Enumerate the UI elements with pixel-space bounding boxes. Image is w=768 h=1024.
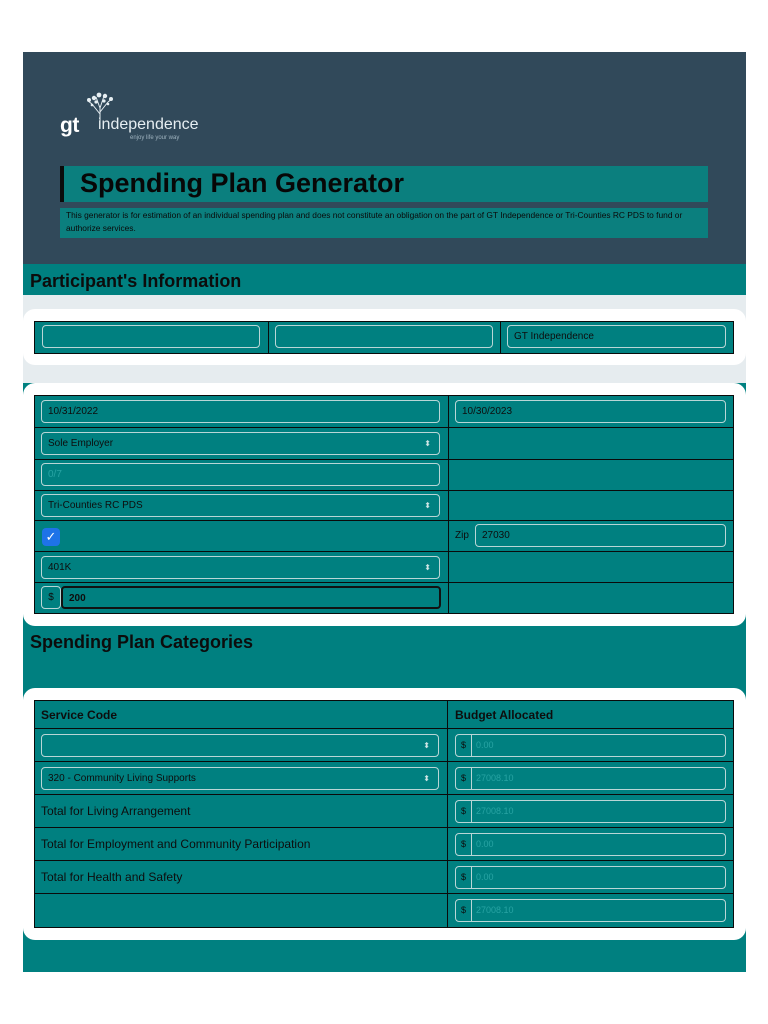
participant-details-card: 10/31/2022 10/30/2023 Sole Employer ⬍ 0/… xyxy=(23,383,746,626)
participant-details-table: 10/31/2022 10/30/2023 Sole Employer ⬍ 0/… xyxy=(34,395,734,614)
service-code-select[interactable]: ⬍ xyxy=(41,734,439,757)
category-total-row: Total for Living Arrangement $ 27008.10 xyxy=(35,795,733,828)
participant-checkbox[interactable]: ✓ xyxy=(42,528,60,546)
budget-total-output: $ 0.00 xyxy=(455,866,726,889)
budget-value: 0.00 xyxy=(476,839,494,849)
categories-section-title: Spending Plan Categories xyxy=(30,632,254,652)
categories-table: Service Code Budget Allocated ⬍ $ 0.00 3… xyxy=(34,700,734,928)
grand-total-row: $ 27008.10 xyxy=(35,894,733,927)
first-name-field[interactable] xyxy=(42,325,260,348)
dates-row: 10/31/2022 10/30/2023 xyxy=(35,396,733,428)
service-code-value: 320 - Community Living Supports xyxy=(48,773,196,784)
disclaimer-text: This generator is for estimation of an i… xyxy=(60,208,708,238)
select-arrow-icon: ⬍ xyxy=(423,741,430,750)
budget-allocated-header: Budget Allocated xyxy=(455,708,554,722)
gt-independence-logo: gt independence enjoy life your way xyxy=(60,92,240,146)
budget-total-output: $ 27008.10 xyxy=(455,800,726,823)
employer-row: Sole Employer ⬍ xyxy=(35,428,733,460)
currency-label: $ xyxy=(456,735,472,756)
page-title: Spending Plan Generator xyxy=(80,168,405,198)
retirement-amount-value: 200 xyxy=(69,593,86,604)
budget-input[interactable]: $ 27008.10 xyxy=(455,767,726,790)
budget-value: 0.00 xyxy=(476,740,494,750)
budget-total-output: $ 0.00 xyxy=(455,833,726,856)
regional-center-row: Tri-Counties RC PDS ⬍ xyxy=(35,491,733,521)
currency-label: $ xyxy=(456,834,472,855)
currency-label: $ xyxy=(456,801,472,822)
retirement-amount-input[interactable]: 200 xyxy=(61,586,441,609)
categories-header-row: Service Code Budget Allocated xyxy=(35,701,733,729)
budget-value: 0.00 xyxy=(476,872,494,882)
budget-value: 27008.10 xyxy=(476,773,514,783)
category-total-row: Total for Employment and Community Parti… xyxy=(35,828,733,861)
category-row: 320 - Community Living Supports ⬍ $ 2700… xyxy=(35,762,733,795)
category-row: ⬍ $ 0.00 xyxy=(35,729,733,762)
checkbox-zip-row: ✓ Zip 27030 xyxy=(35,521,733,552)
regional-center-select[interactable]: Tri-Counties RC PDS ⬍ xyxy=(41,494,440,517)
participant-section-title: Participant's Information xyxy=(30,271,242,291)
budget-value: 27008.10 xyxy=(476,806,514,816)
number-row: 0/7 xyxy=(35,460,733,491)
logo-wordmark: independence xyxy=(98,116,199,133)
zip-field[interactable]: 27030 xyxy=(475,524,726,547)
header: gt independence enjoy life your way Spen… xyxy=(23,52,746,264)
last-name-field[interactable] xyxy=(275,325,493,348)
service-code-header: Service Code xyxy=(41,708,118,722)
logo-gt-text: gt xyxy=(60,114,79,137)
participant-name-card: GT Independence xyxy=(23,309,746,365)
total-label: Total for Health and Safety xyxy=(41,870,183,884)
select-arrow-icon: ⬍ xyxy=(423,774,430,783)
participant-name-table: GT Independence xyxy=(34,321,734,354)
budget-input[interactable]: $ 0.00 xyxy=(455,734,726,757)
grand-total-value: 27008.10 xyxy=(476,905,514,915)
employer-type-value: Sole Employer xyxy=(48,438,114,449)
regional-center-value: Tri-Counties RC PDS xyxy=(48,500,143,511)
categories-card: Service Code Budget Allocated ⬍ $ 0.00 3… xyxy=(23,688,746,940)
retirement-plan-select[interactable]: 401K ⬍ xyxy=(41,556,440,579)
employer-type-select[interactable]: Sole Employer ⬍ xyxy=(41,432,440,455)
zip-label: Zip xyxy=(455,530,469,541)
currency-label: $ xyxy=(456,768,472,789)
currency-label: $ xyxy=(456,867,472,888)
total-label: Total for Living Arrangement xyxy=(41,804,191,818)
page-container: gt independence enjoy life your way Spen… xyxy=(23,52,746,972)
participant-name-row: GT Independence xyxy=(35,322,733,353)
start-date-field[interactable]: 10/31/2022 xyxy=(41,400,440,423)
retirement-plan-value: 401K xyxy=(48,562,72,573)
page-title-bar: Spending Plan Generator xyxy=(60,166,708,202)
number-input[interactable]: 0/7 xyxy=(41,463,440,486)
currency-label: $ xyxy=(41,586,61,609)
agency-field[interactable]: GT Independence xyxy=(507,325,726,348)
logo-tagline: enjoy life your way xyxy=(130,135,180,141)
total-label: Total for Employment and Community Parti… xyxy=(41,837,311,851)
currency-label: $ xyxy=(456,900,472,921)
select-arrow-icon: ⬍ xyxy=(424,501,431,510)
retirement-plan-row: 401K ⬍ xyxy=(35,552,733,583)
service-code-select[interactable]: 320 - Community Living Supports ⬍ xyxy=(41,767,439,790)
grand-total-output: $ 27008.10 xyxy=(455,899,726,922)
category-total-row: Total for Health and Safety $ 0.00 xyxy=(35,861,733,894)
retirement-amount-row: $ 200 xyxy=(35,583,733,613)
select-arrow-icon: ⬍ xyxy=(424,439,431,448)
select-arrow-icon: ⬍ xyxy=(424,563,431,572)
end-date-field[interactable]: 10/30/2023 xyxy=(455,400,726,423)
